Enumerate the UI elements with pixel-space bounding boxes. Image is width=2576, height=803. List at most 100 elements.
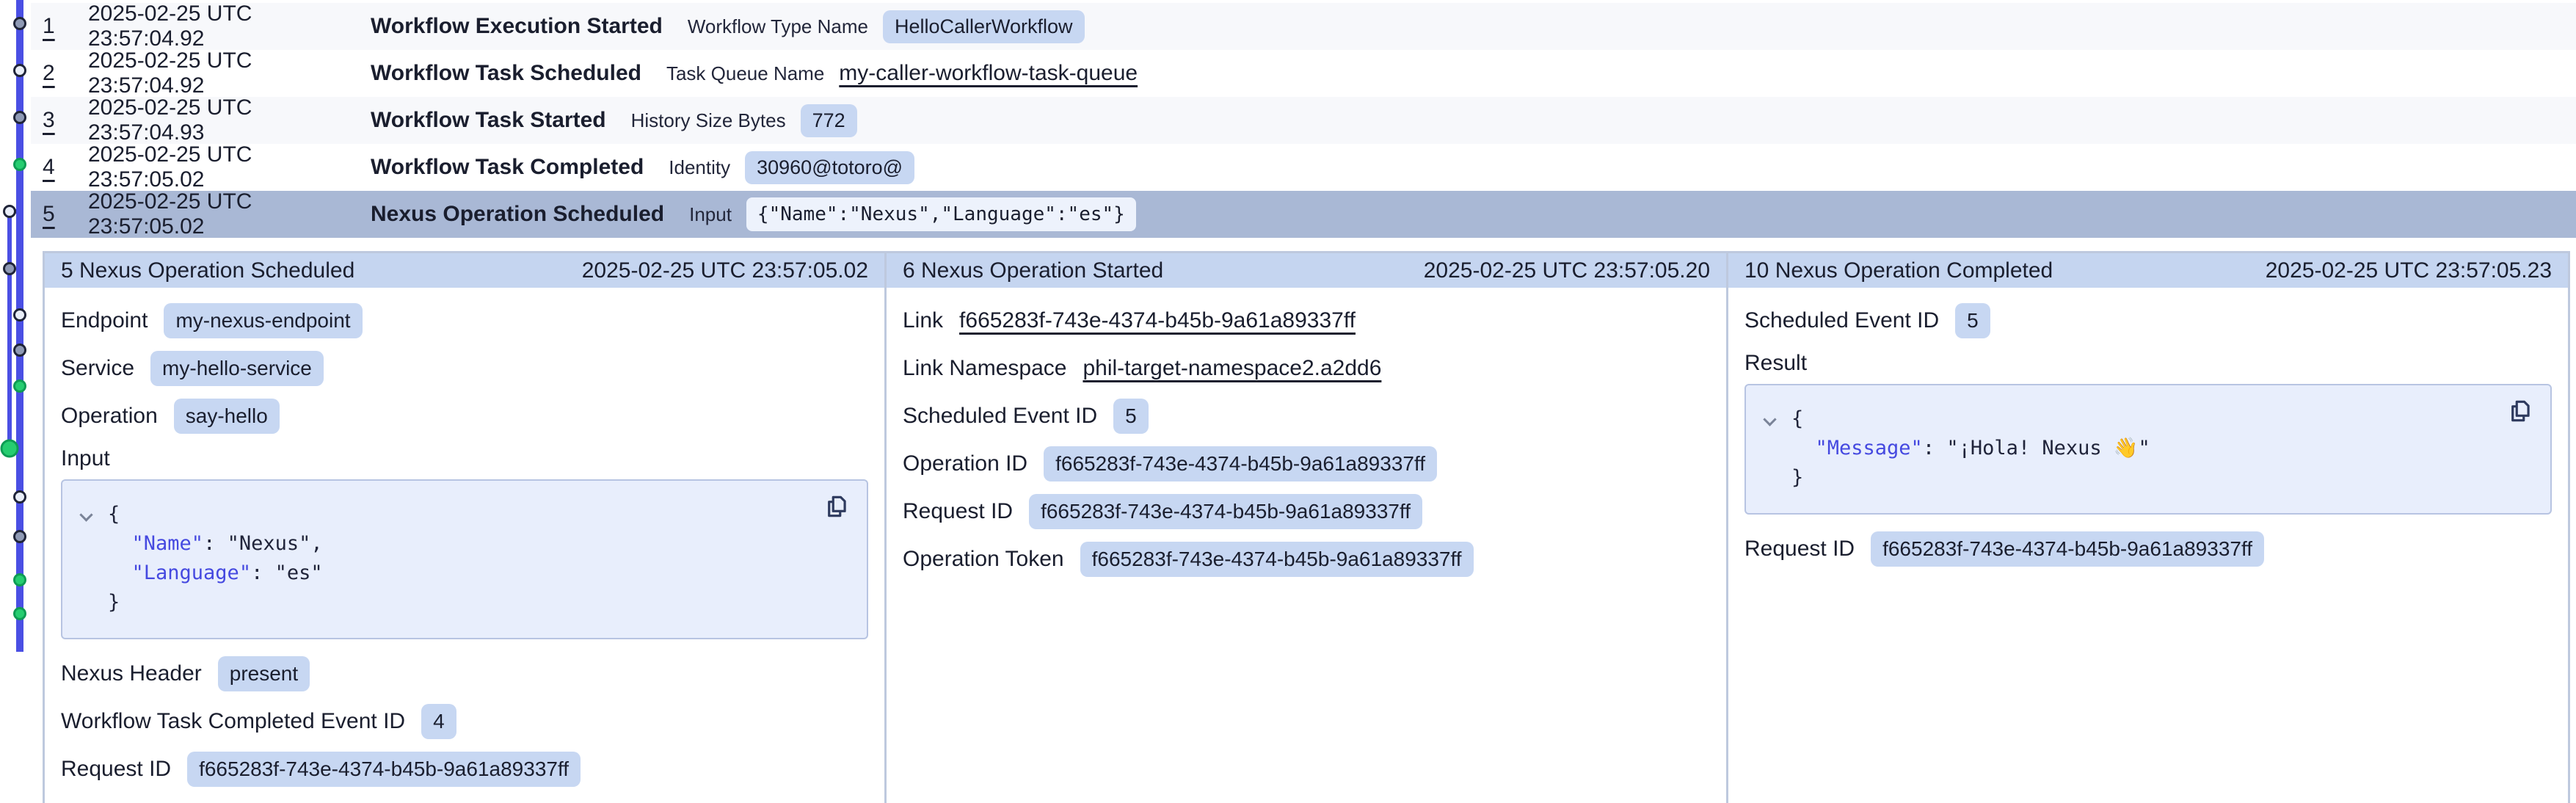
timeline-event-dot[interactable] <box>3 205 16 218</box>
event-id-link[interactable]: 3 <box>43 108 60 133</box>
field-value-badge: f665283f-743e-4374-b45b-9a61a89337ff <box>1080 542 1474 577</box>
event-name: Workflow Task Scheduled <box>371 61 641 86</box>
event-history-list: 1 2025-02-25 UTC 23:57:04.92Workflow Exec… <box>31 3 2576 238</box>
field-label: Nexus Header <box>61 661 202 686</box>
field-label: Link Namespace <box>903 356 1066 381</box>
copy-icon[interactable] <box>823 493 852 522</box>
workflow-history-view: 1 2025-02-25 UTC 23:57:04.92Workflow Exec… <box>0 0 2576 803</box>
field-value-badge: f665283f-743e-4374-b45b-9a61a89337ff <box>1044 446 1437 482</box>
detail-field-row: Operation Token f665283f-743e-4374-b45b-9… <box>903 535 1710 583</box>
json-code-text: { "Message": "¡Hola! Nexus 👋" } <box>1791 404 2492 493</box>
field-value-badge: f665283f-743e-4374-b45b-9a61a89337ff <box>187 752 581 787</box>
field-label: Scheduled Event ID <box>903 404 1097 429</box>
detail-field-row: Operation ID f665283f-743e-4374-b45b-9a61… <box>903 440 1710 487</box>
timeline-event-dot[interactable] <box>13 308 26 321</box>
timeline-main-line <box>16 0 23 652</box>
chevron-down-icon[interactable] <box>1763 413 1776 426</box>
event-detail-panel: 6 Nexus Operation Started 2025-02-25 UTC … <box>884 253 1726 803</box>
event-id-link[interactable]: 5 <box>43 202 60 227</box>
timeline-event-dot[interactable] <box>13 158 26 171</box>
timeline-event-dot[interactable] <box>13 344 26 357</box>
panel-timestamp: 2025-02-25 UTC 23:57:05.20 <box>1424 258 1710 283</box>
event-name: Nexus Operation Scheduled <box>371 202 664 227</box>
event-attribute-label: Workflow Type Name <box>688 15 868 38</box>
field-label: Operation Token <box>903 547 1064 572</box>
field-label: Operation <box>61 404 158 429</box>
event-attribute-label: Task Queue Name <box>666 62 824 85</box>
field-label: Scheduled Event ID <box>1744 308 1939 333</box>
field-label: Input <box>61 440 868 478</box>
event-row[interactable]: 1 2025-02-25 UTC 23:57:04.92Workflow Exec… <box>31 3 2576 50</box>
event-name: Workflow Execution Started <box>371 14 663 39</box>
event-attribute-value: {"Name":"Nexus","Language":"es"} <box>746 197 1136 231</box>
field-label: Result <box>1744 344 2552 382</box>
event-name: Workflow Task Completed <box>371 155 644 180</box>
json-code-block: { "Name": "Nexus", "Language": "es" } <box>61 479 868 639</box>
timeline-event-dot[interactable] <box>13 530 26 543</box>
panel-body: Scheduled Event ID5Result{ "Message": "¡… <box>1728 288 2568 573</box>
panel-header: 5 Nexus Operation Scheduled2025-02-25 UT… <box>45 253 884 288</box>
event-detail-panel: 5 Nexus Operation Scheduled2025-02-25 UT… <box>45 253 884 803</box>
timeline-event-dot[interactable] <box>13 379 26 393</box>
event-timestamp: 2025-02-25 UTC 23:57:04.92 <box>88 48 371 98</box>
event-id-link[interactable]: 4 <box>43 155 60 180</box>
timeline-event-dot[interactable] <box>3 262 16 275</box>
field-label: Request ID <box>1744 537 1855 562</box>
panel-header: 6 Nexus Operation Started 2025-02-25 UTC … <box>887 253 1726 288</box>
event-attribute-value: HelloCallerWorkflow <box>883 10 1085 43</box>
detail-field-row: Servicemy-hello-service <box>61 344 868 392</box>
event-timestamp: 2025-02-25 UTC 23:57:04.92 <box>88 1 371 51</box>
event-attribute-value: 30960@totoro@ <box>745 151 914 184</box>
event-id-link[interactable]: 2 <box>43 61 60 86</box>
event-id-link[interactable]: 1 <box>43 14 60 39</box>
field-label: Request ID <box>61 757 171 782</box>
field-value-link[interactable]: f665283f-743e-4374-b45b-9a61a89337ff <box>959 308 1356 333</box>
event-attribute-label: Identity <box>669 156 730 179</box>
field-label-text: Input <box>61 446 110 471</box>
timeline-nexus-branch-line <box>7 211 12 450</box>
detail-field-row: Endpoint ID3c0c75ccfa8144b092c13ce632463… <box>61 793 868 803</box>
field-value-badge: my-nexus-endpoint <box>164 303 362 338</box>
panel-header: 10 Nexus Operation Completed 2025-02-25 U… <box>1728 253 2568 288</box>
event-row[interactable]: 3 2025-02-25 UTC 23:57:04.93Workflow Task… <box>31 97 2576 144</box>
detail-field-row: Nexus Header present <box>61 650 868 697</box>
field-value-badge: f665283f-743e-4374-b45b-9a61a89337ff <box>1029 494 1422 529</box>
json-code-block: { "Message": "¡Hola! Nexus 👋" } <box>1744 384 2552 515</box>
detail-field-row: Link Namespace phil-target-namespace2.a2d… <box>903 344 1710 392</box>
event-name: Workflow Task Started <box>371 108 606 133</box>
field-label: Workflow Task Completed Event ID <box>61 709 405 734</box>
timeline-event-dot[interactable] <box>13 17 26 30</box>
panel-timestamp: 2025-02-25 UTC 23:57:05.23 <box>2266 258 2552 283</box>
detail-field-row: Workflow Task Completed Event ID4 <box>61 697 868 745</box>
field-value-badge: say-hello <box>174 399 280 434</box>
field-value-badge: 5 <box>1113 399 1149 434</box>
field-label: Endpoint <box>61 308 148 333</box>
field-value-badge: f665283f-743e-4374-b45b-9a61a89337ff <box>1871 531 2264 567</box>
event-row[interactable]: 2 2025-02-25 UTC 23:57:04.92Workflow Task… <box>31 50 2576 97</box>
field-value-badge: present <box>218 656 310 691</box>
timeline-event-dot[interactable] <box>13 573 26 586</box>
timeline-event-dot[interactable] <box>13 64 26 77</box>
copy-icon[interactable] <box>2506 397 2536 426</box>
event-timestamp: 2025-02-25 UTC 23:57:05.02 <box>88 189 371 239</box>
event-detail-panels: 5 Nexus Operation Scheduled2025-02-25 UT… <box>43 251 2570 803</box>
panel-title: 6 Nexus Operation Started <box>903 258 1163 283</box>
event-row[interactable]: 42025-02-25 UTC 23:57:05.02Workflow Task… <box>31 144 2576 191</box>
field-label: Service <box>61 356 134 381</box>
event-attribute-value: 772 <box>801 104 857 137</box>
panel-title: 10 Nexus Operation Completed <box>1744 258 2053 283</box>
chevron-down-icon[interactable] <box>79 508 92 521</box>
field-label: Request ID <box>903 499 1013 524</box>
timeline-event-dot[interactable] <box>13 111 26 124</box>
field-value-link[interactable]: phil-target-namespace2.a2dd6 <box>1083 356 1381 381</box>
timeline-event-dot[interactable] <box>13 607 26 620</box>
event-timestamp: 2025-02-25 UTC 23:57:04.93 <box>88 95 371 145</box>
detail-field-row: Linkf665283f-743e-4374-b45b-9a61a89337ff <box>903 297 1710 344</box>
timeline-event-dot[interactable] <box>1 440 19 458</box>
timeline-event-dot[interactable] <box>13 490 26 504</box>
detail-field-row: Endpoint my-nexus-endpoint <box>61 297 868 344</box>
event-row[interactable]: 5 2025-02-25 UTC 23:57:05.02Nexus Operati… <box>31 191 2576 238</box>
detail-field-row: Request ID f665283f-743e-4374-b45b-9a61a8… <box>61 745 868 793</box>
event-attribute-value-link[interactable]: my-caller-workflow-task-queue <box>839 61 1138 86</box>
field-label: Operation ID <box>903 451 1027 476</box>
